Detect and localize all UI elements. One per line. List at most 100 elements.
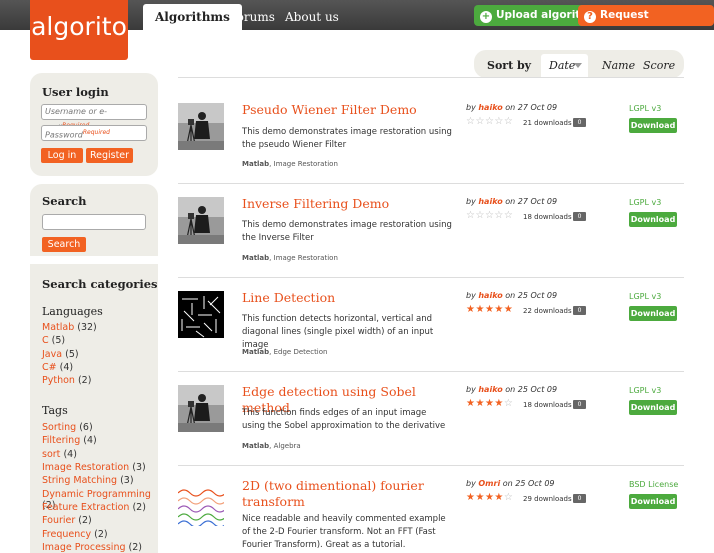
item-author[interactable]: haiko: [478, 291, 502, 300]
download-button[interactable]: Download: [629, 118, 677, 133]
star-icon[interactable]: ★: [485, 304, 494, 315]
license[interactable]: LGPL v3: [629, 198, 661, 207]
tab-about-us[interactable]: About us: [273, 4, 351, 30]
tag-item[interactable]: String Matching (3): [42, 475, 134, 486]
tag-link[interactable]: Sorting: [42, 422, 76, 433]
star-icon[interactable]: ★: [485, 398, 494, 409]
photo-icon[interactable]: [178, 103, 224, 150]
rating-stars[interactable]: ★★★★☆: [466, 398, 513, 409]
rating-stars[interactable]: ★★★★☆: [466, 492, 513, 503]
language-link[interactable]: C#: [42, 362, 57, 373]
license[interactable]: LGPL v3: [629, 292, 661, 301]
tag-link[interactable]: Image Restoration: [42, 462, 129, 473]
download-button[interactable]: Download: [629, 212, 677, 227]
item-title[interactable]: Pseudo Wiener Filter Demo: [242, 102, 462, 118]
rating-stars[interactable]: ☆☆☆☆☆: [466, 116, 513, 127]
item-title[interactable]: Line Detection: [242, 290, 462, 306]
license[interactable]: LGPL v3: [629, 386, 661, 395]
register-button[interactable]: Register: [86, 148, 133, 163]
search-input[interactable]: [42, 214, 146, 230]
item-title[interactable]: 2D (two dimentional) fourier transform: [242, 478, 462, 510]
star-icon[interactable]: ★: [475, 492, 484, 503]
item-language[interactable]: Matlab: [242, 254, 269, 262]
star-icon[interactable]: ☆: [504, 492, 513, 503]
language-item[interactable]: C (5): [42, 335, 65, 346]
star-icon[interactable]: ☆: [494, 210, 503, 221]
lines-icon[interactable]: [178, 291, 224, 338]
item-author[interactable]: haiko: [478, 385, 502, 394]
item-author[interactable]: Omri: [478, 479, 500, 488]
star-icon[interactable]: ☆: [485, 210, 494, 221]
tag-link[interactable]: String Matching: [42, 475, 117, 486]
star-icon[interactable]: ☆: [504, 398, 513, 409]
star-icon[interactable]: ★: [494, 304, 503, 315]
item-tag[interactable]: Image Restoration: [274, 254, 338, 262]
language-item[interactable]: Matlab (32): [42, 322, 97, 333]
tag-link[interactable]: Frequency: [42, 529, 91, 540]
tag-link[interactable]: sort: [42, 449, 60, 460]
photo-icon[interactable]: [178, 197, 224, 244]
username-field[interactable]: Username or e-mailRequired: [41, 104, 147, 133]
language-link[interactable]: Python: [42, 375, 75, 386]
star-icon[interactable]: ☆: [485, 116, 494, 127]
item-author[interactable]: haiko: [478, 103, 502, 112]
star-icon[interactable]: ★: [485, 492, 494, 503]
language-link[interactable]: Matlab: [42, 322, 74, 333]
star-icon[interactable]: ★: [475, 304, 484, 315]
item-author-line: by haiko on 27 Oct 09: [466, 197, 557, 206]
logo[interactable]: algorito: [30, 0, 128, 60]
tag-link[interactable]: Fourier: [42, 515, 75, 526]
item-tag[interactable]: Algebra: [274, 442, 301, 450]
star-icon[interactable]: ☆: [504, 210, 513, 221]
star-icon[interactable]: ★: [494, 398, 503, 409]
download-button[interactable]: Download: [629, 306, 677, 321]
tag-link[interactable]: Image Processing: [42, 542, 126, 553]
language-link[interactable]: C: [42, 335, 49, 346]
rating-stars[interactable]: ☆☆☆☆☆: [466, 210, 513, 221]
tag-item[interactable]: Frequency (2): [42, 529, 108, 540]
waves-icon[interactable]: [178, 479, 224, 526]
download-button[interactable]: Download: [629, 400, 677, 415]
tag-link[interactable]: Feature Extraction: [42, 502, 129, 513]
language-item[interactable]: Python (2): [42, 375, 91, 386]
star-icon[interactable]: ☆: [475, 210, 484, 221]
tag-item[interactable]: sort (4): [42, 449, 77, 460]
photo-icon[interactable]: [178, 385, 224, 432]
star-icon[interactable]: ★: [494, 492, 503, 503]
item-meta: Matlab, Image Restoration: [242, 254, 338, 262]
item-author[interactable]: haiko: [478, 197, 502, 206]
tag-item[interactable]: Sorting (6): [42, 422, 93, 433]
tag-item[interactable]: Image Processing (2): [42, 542, 142, 553]
search-button[interactable]: Search: [42, 237, 86, 252]
sort-name-button[interactable]: Name: [602, 59, 635, 72]
tag-item[interactable]: Image Restoration (3): [42, 462, 146, 473]
star-icon[interactable]: ☆: [475, 116, 484, 127]
request-algorithm-button[interactable]: ? Request algorithm: [578, 5, 714, 42]
item-tag[interactable]: Image Restoration: [274, 160, 338, 168]
license[interactable]: LGPL v3: [629, 104, 661, 113]
star-icon[interactable]: ☆: [504, 116, 513, 127]
sort-score-button[interactable]: Score: [643, 59, 675, 72]
tag-item[interactable]: Fourier (2): [42, 515, 92, 526]
rating-stars[interactable]: ★★★★★: [466, 304, 513, 315]
tag-link[interactable]: Filtering: [42, 435, 80, 446]
sort-date-button[interactable]: Date: [541, 54, 588, 77]
item-language[interactable]: Matlab: [242, 160, 269, 168]
password-field[interactable]: PasswordRequired: [41, 125, 147, 141]
tag-link[interactable]: Dynamic Programming: [42, 489, 151, 500]
tag-item[interactable]: Filtering (4): [42, 435, 97, 446]
item-title[interactable]: Inverse Filtering Demo: [242, 196, 462, 212]
login-button[interactable]: Log in: [41, 148, 83, 163]
star-icon[interactable]: ★: [475, 398, 484, 409]
language-item[interactable]: Java (5): [42, 349, 79, 360]
star-icon[interactable]: ★: [504, 304, 513, 315]
star-icon[interactable]: ☆: [494, 116, 503, 127]
item-language[interactable]: Matlab: [242, 348, 269, 356]
item-language[interactable]: Matlab: [242, 442, 269, 450]
tag-item[interactable]: Feature Extraction (2): [42, 502, 146, 513]
language-link[interactable]: Java: [42, 349, 62, 360]
item-tag[interactable]: Edge Detection: [274, 348, 328, 356]
download-button[interactable]: Download: [629, 494, 677, 509]
language-item[interactable]: C# (4): [42, 362, 73, 373]
license[interactable]: BSD License: [629, 480, 678, 489]
